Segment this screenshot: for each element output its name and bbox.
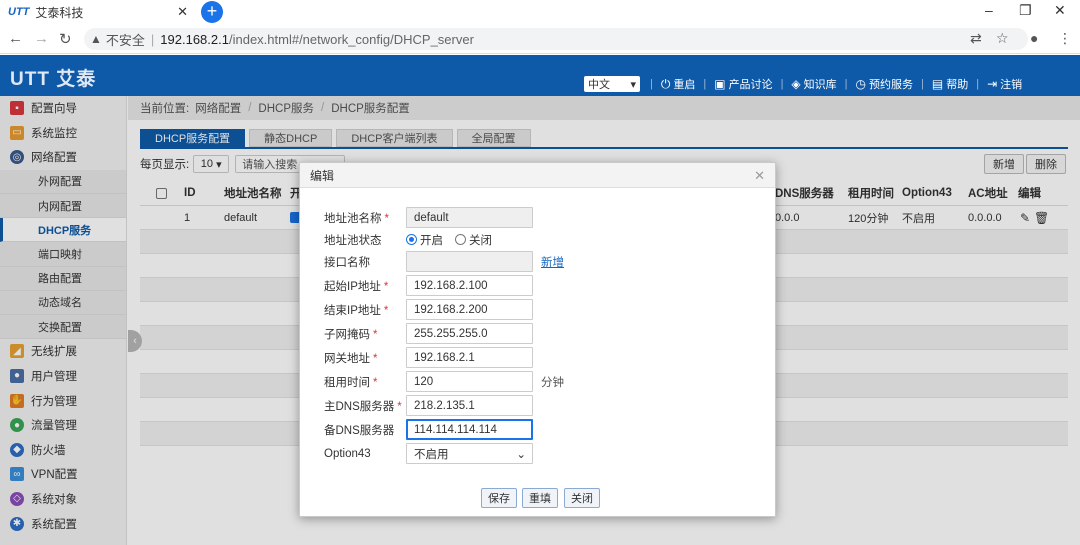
- reboot-link[interactable]: ⏻ 重启: [661, 76, 696, 92]
- browser-tab[interactable]: UTT 艾泰科技 ✕: [8, 0, 194, 24]
- new-tab-button[interactable]: +: [201, 1, 223, 23]
- field-dns1: 主DNS服务器 * 218.2.135.1: [300, 395, 777, 416]
- netmask-label: 子网掩码 *: [324, 328, 378, 341]
- logout-link[interactable]: ⇥ 注销: [987, 76, 1022, 92]
- close-tab-icon[interactable]: ✕: [177, 4, 188, 20]
- knowledge-link[interactable]: ◈ 知识库: [791, 76, 836, 92]
- field-pool-status: 地址池状态 开启 关闭: [300, 229, 777, 250]
- status-on-radio[interactable]: 开启: [406, 232, 443, 248]
- chat-icon: ▣: [714, 77, 726, 91]
- minimize-icon[interactable]: –: [985, 2, 993, 18]
- tab-title: 艾泰科技: [35, 5, 84, 20]
- booking-label: 预约服务: [869, 79, 913, 91]
- edit-dialog: 编辑 ✕ 地址池名称 * default 地址池状态 开启 关闭 接口名称 新增 …: [299, 162, 776, 517]
- url-field[interactable]: ▲ 不安全 | 192.168.2.1 /index.html#/network…: [84, 28, 1028, 50]
- field-netmask: 子网掩码 * 255.255.255.0: [300, 323, 777, 344]
- translate-icon[interactable]: ⇄: [970, 30, 982, 47]
- booking-link[interactable]: ◷ 预约服务: [856, 76, 913, 92]
- start-ip-label: 起始IP地址 *: [324, 280, 389, 293]
- help-label: 帮助: [946, 79, 969, 91]
- netmask-input[interactable]: 255.255.255.0: [406, 323, 533, 344]
- language-select[interactable]: 中文 ▾: [584, 76, 640, 92]
- option43-label: Option43: [324, 447, 371, 460]
- divider: |: [703, 78, 707, 90]
- star-icon[interactable]: ☆: [996, 30, 1009, 47]
- option43-select[interactable]: 不启用 ⌄: [406, 443, 533, 464]
- pool-status-radios: 开启 关闭: [406, 232, 504, 248]
- divider: |: [976, 78, 980, 90]
- profile-icon[interactable]: ●: [1030, 30, 1038, 46]
- chevron-down-icon: ▾: [630, 78, 636, 91]
- restore-icon[interactable]: ❐: [1019, 2, 1032, 19]
- end-ip-input[interactable]: 192.168.2.200: [406, 299, 533, 320]
- pool-name-input[interactable]: default: [406, 207, 533, 228]
- dns1-label: 主DNS服务器 *: [324, 400, 402, 413]
- header-links: | ⏻ 重启 | ▣ 产品讨论 | ◈ 知识库 | ◷ 预约服务 | ▤ 帮助 | ⇥ 注销: [650, 76, 1030, 92]
- pool-status-label: 地址池状态: [324, 234, 382, 247]
- field-end-ip: 结束IP地址 * 192.168.2.200: [300, 299, 777, 320]
- help-icon: ▤: [931, 77, 944, 91]
- browser-tabbar: UTT 艾泰科技 ✕ + – ❐ ✕: [0, 0, 1080, 24]
- save-button[interactable]: 保存: [481, 488, 517, 508]
- gateway-label: 网关地址 *: [324, 352, 378, 365]
- clock-icon: ◷: [855, 77, 866, 91]
- divider: |: [921, 78, 924, 90]
- forward-icon[interactable]: →: [34, 30, 49, 47]
- dns2-label: 备DNS服务器: [324, 424, 395, 437]
- field-option43: Option43 不启用 ⌄: [300, 443, 777, 464]
- field-start-ip: 起始IP地址 * 192.168.2.100: [300, 275, 777, 296]
- interface-label: 接口名称: [324, 256, 370, 269]
- help-link[interactable]: ▤ 帮助: [932, 76, 968, 92]
- field-interface: 接口名称 新增: [300, 251, 777, 272]
- field-lease: 租用时间 * 120 分钟: [300, 371, 777, 392]
- menu-icon[interactable]: ⋮: [1058, 30, 1072, 47]
- forum-label: 产品讨论: [728, 79, 773, 91]
- start-ip-input[interactable]: 192.168.2.100: [406, 275, 533, 296]
- logout-label: 注销: [1000, 79, 1023, 91]
- dns2-input[interactable]: 114.114.114.114: [406, 419, 533, 440]
- field-pool-name: 地址池名称 * default: [300, 207, 777, 228]
- reboot-label: 重启: [673, 79, 696, 91]
- option43-value: 不启用: [414, 448, 449, 461]
- close-button[interactable]: 关闭: [564, 488, 600, 508]
- close-icon[interactable]: ✕: [754, 168, 765, 184]
- url-host: 192.168.2.1: [160, 31, 229, 47]
- end-ip-label: 结束IP地址 *: [324, 304, 389, 317]
- address-bar: ← → ↻ ▲ 不安全 | 192.168.2.1 /index.html#/n…: [0, 24, 1080, 54]
- field-gateway: 网关地址 * 192.168.2.1: [300, 347, 777, 368]
- gateway-input[interactable]: 192.168.2.1: [406, 347, 533, 368]
- insecure-label: 不安全: [105, 32, 145, 48]
- book-icon: ◈: [791, 77, 801, 91]
- divider: |: [650, 78, 653, 90]
- chevron-down-icon: ⌄: [516, 448, 526, 461]
- dns1-input[interactable]: 218.2.135.1: [406, 395, 533, 416]
- lease-input[interactable]: 120: [406, 371, 533, 392]
- field-dns2: 备DNS服务器 114.114.114.114: [300, 419, 777, 440]
- interface-input[interactable]: [406, 251, 533, 272]
- lease-label: 租用时间 *: [324, 376, 378, 389]
- reset-button[interactable]: 重填: [522, 488, 558, 508]
- back-icon[interactable]: ←: [8, 30, 23, 47]
- add-interface-link[interactable]: 新增: [541, 254, 564, 270]
- url-separator: |: [150, 31, 155, 47]
- url-path: /index.html#/network_config/DHCP_server: [228, 31, 474, 47]
- divider: |: [844, 78, 848, 90]
- knowledge-label: 知识库: [803, 79, 837, 91]
- reload-icon[interactable]: ↻: [59, 30, 72, 48]
- dialog-title: 编辑: [310, 168, 335, 183]
- dialog-header: 编辑 ✕: [300, 163, 775, 188]
- logout-icon: ⇥: [987, 77, 998, 91]
- power-icon: ⏻: [660, 76, 671, 91]
- lease-unit: 分钟: [541, 376, 564, 389]
- close-window-icon[interactable]: ✕: [1054, 2, 1066, 19]
- divider: |: [780, 78, 784, 90]
- language-value: 中文: [588, 79, 610, 91]
- pool-name-label: 地址池名称 *: [324, 212, 389, 225]
- status-off-radio[interactable]: 关闭: [455, 232, 492, 248]
- forum-link[interactable]: ▣ 产品讨论: [714, 76, 772, 92]
- utt-favicon-icon: UTT: [8, 6, 30, 18]
- warning-icon: ▲: [90, 32, 102, 46]
- logo: UTT 艾泰: [10, 69, 97, 90]
